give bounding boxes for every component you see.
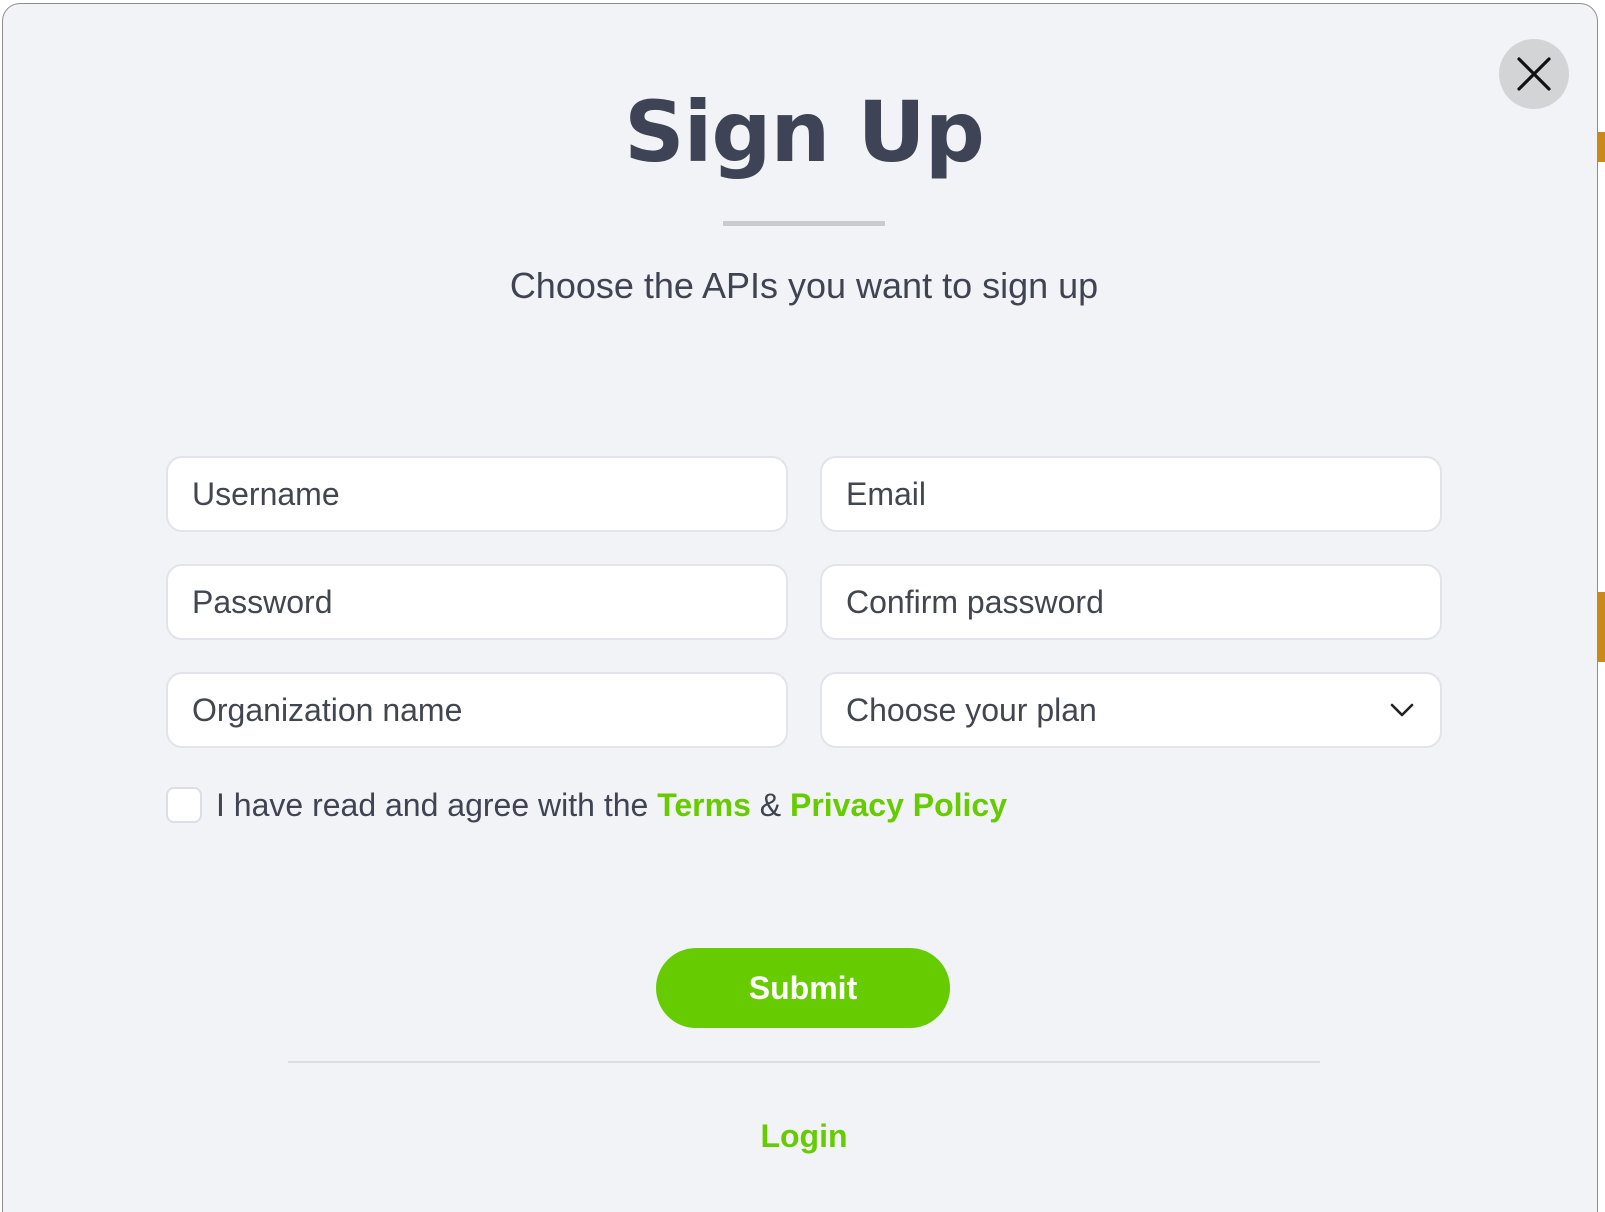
privacy-policy-link[interactable]: Privacy Policy bbox=[790, 787, 1007, 823]
plan-select[interactable]: Choose your plan bbox=[820, 672, 1442, 748]
footer-divider bbox=[288, 1061, 1320, 1063]
signup-modal: Sign Up Choose the APIs you want to sign… bbox=[2, 3, 1598, 1212]
plan-select-value: Choose your plan bbox=[846, 691, 1097, 728]
agree-prefix: I have read and agree with the bbox=[216, 786, 649, 823]
title-underline bbox=[723, 221, 885, 226]
terms-link[interactable]: Terms bbox=[657, 787, 751, 823]
agree-text: I have read and agree with the Terms & P… bbox=[216, 787, 1007, 824]
terms-agreement: I have read and agree with the Terms & P… bbox=[166, 785, 1007, 825]
agree-checkbox[interactable] bbox=[166, 787, 202, 823]
username-input[interactable] bbox=[166, 456, 788, 532]
password-input[interactable] bbox=[166, 564, 788, 640]
email-input[interactable] bbox=[820, 456, 1442, 532]
confirm-password-input[interactable] bbox=[820, 564, 1442, 640]
background-accent bbox=[1597, 592, 1605, 662]
organization-name-input[interactable] bbox=[166, 672, 788, 748]
agree-separator: & bbox=[759, 786, 782, 823]
modal-title: Sign Up bbox=[624, 83, 985, 181]
chevron-down-icon bbox=[1390, 703, 1414, 717]
modal-subtitle: Choose the APIs you want to sign up bbox=[509, 265, 1099, 306]
login-row: Login bbox=[3, 1114, 1605, 1158]
login-link[interactable]: Login bbox=[760, 1118, 847, 1154]
submit-button[interactable]: Submit bbox=[656, 948, 950, 1028]
